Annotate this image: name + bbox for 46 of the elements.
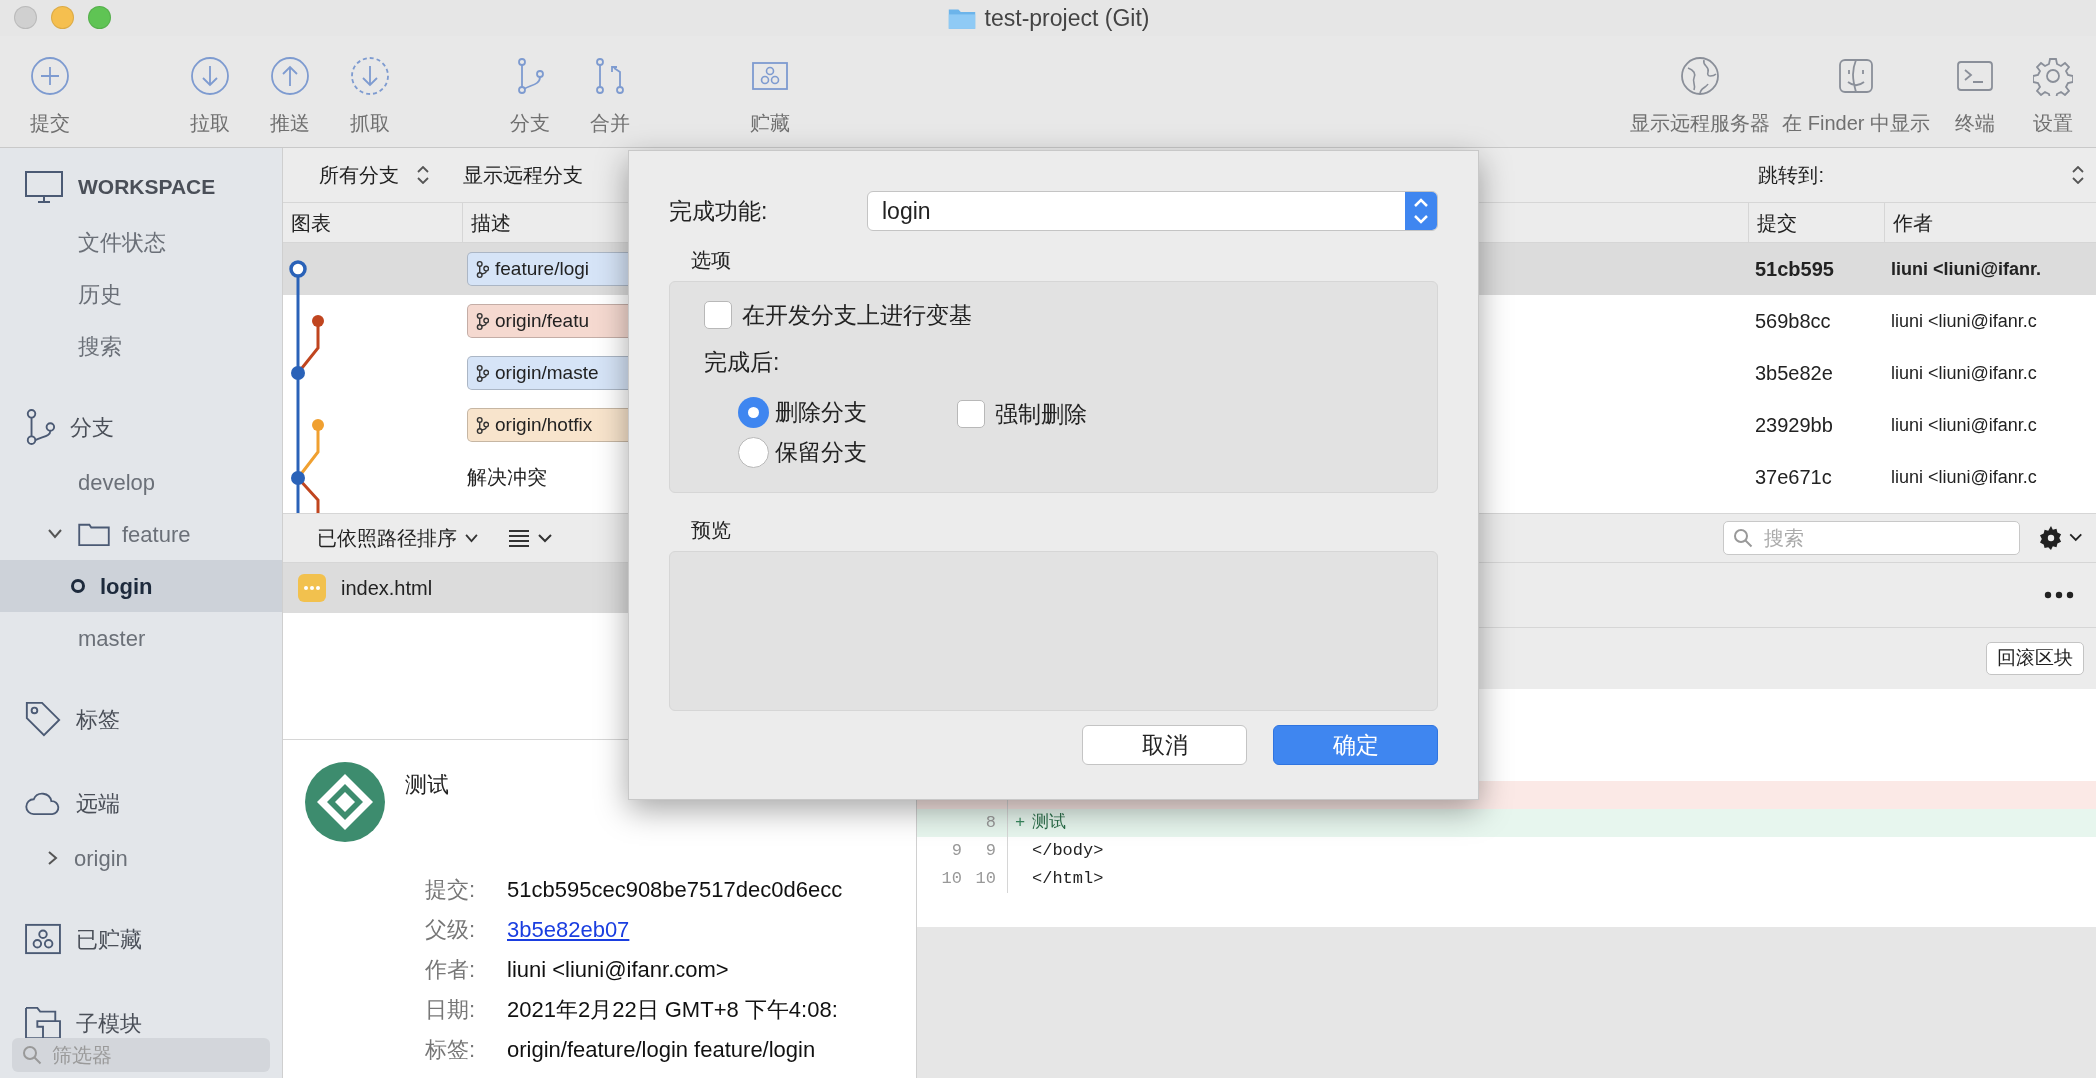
field-value: liuni <liuni@ifanr.com> (507, 956, 729, 984)
line-number: 8 (984, 812, 996, 835)
section-header: WORKSPACE (78, 174, 216, 201)
commit-author: liuni <liuni@ifanr.c (1890, 413, 2038, 437)
branch-tag: origin/featu (467, 304, 629, 338)
branch-tag: feature/logi (467, 252, 629, 286)
section-header: 已贮藏 (76, 925, 142, 954)
commit-author: liuni <liuni@ifanr.c (1890, 309, 2038, 333)
field-value: 51cb595cec908be7517dec0d6ecc (507, 876, 843, 904)
window-title: test-project (Git) (984, 3, 1150, 33)
field-label: 父级: (423, 916, 475, 944)
branch-tag: origin/maste (467, 356, 629, 390)
code-text: 测试 (1032, 812, 1066, 835)
field-label: 作者: (423, 956, 475, 984)
commit-hash: 51cb595 (1754, 257, 1835, 282)
dialog-label: 完成后: (704, 347, 781, 377)
field-label: 提交: (423, 876, 475, 904)
line-number: 9 (984, 840, 996, 863)
section-header: 分支 (70, 413, 114, 442)
section-header: 子模块 (76, 1009, 142, 1038)
line-number: 10 (974, 868, 996, 891)
commit-message: 测试 (405, 771, 449, 799)
field-label: 日期: (423, 996, 475, 1024)
line-number: 10 (940, 868, 962, 891)
diff-sign: + (1013, 812, 1027, 835)
show-remote-branches-label: 显示远程分支 (463, 163, 583, 188)
dialog-label: 完成功能: (669, 196, 769, 226)
branch-tag: origin/hotfix (467, 408, 629, 442)
code-text: </body> (1032, 840, 1104, 863)
commit-hash: 3b5e82e (1754, 361, 1834, 386)
field-value: origin/feature/login feature/login (507, 1036, 816, 1064)
field-value: 2021年2月22日 GMT+8 下午4:08: (507, 996, 838, 1024)
commit-message: 解决冲突 (467, 465, 547, 490)
section-title: 选项 (691, 248, 732, 273)
section-title: 预览 (691, 518, 732, 543)
section-header: 标签 (76, 705, 120, 734)
commit-hash: 37e671c (1754, 465, 1833, 490)
commit-author: liuni <liuni@ifanr.c (1890, 361, 2038, 385)
section-header: 远端 (76, 789, 120, 818)
commit-author: liuni <liuni@ifanr. (1890, 257, 2043, 281)
field-label: 标签: (423, 1036, 475, 1064)
code-text: </html> (1032, 868, 1104, 891)
line-number: 9 (950, 840, 962, 863)
commit-hash: 23929bb (1754, 413, 1834, 438)
commit-hash: 569b8cc (1754, 309, 1832, 334)
commit-author: liuni <liuni@ifanr.c (1890, 465, 2038, 489)
